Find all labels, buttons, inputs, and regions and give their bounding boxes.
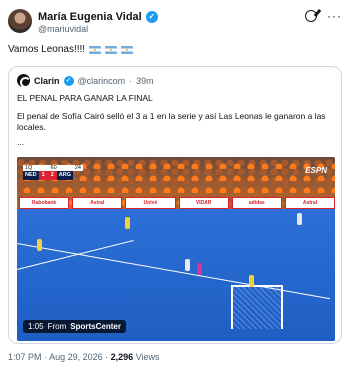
away-score: 2 xyxy=(47,171,57,180)
espn-logo: ESPN xyxy=(305,166,327,175)
ad-board: Astral xyxy=(284,197,335,209)
tweet-footer: 1:07 PM · Aug 29, 2026 · 2,296 Views xyxy=(8,352,160,362)
views-count: 2,296 xyxy=(110,352,134,362)
quoted-time: 39m xyxy=(136,75,154,86)
post-time[interactable]: 1:07 PM xyxy=(8,352,42,362)
player xyxy=(249,275,254,287)
quoted-handle: @clarincom xyxy=(77,75,126,86)
quoted-tweet[interactable]: Clarín ✓ @clarincom · 39m EL PENAL PARA … xyxy=(8,66,342,344)
video-duration: 1:05 xyxy=(28,322,44,331)
author-handle[interactable]: @mariuvidal xyxy=(38,24,88,34)
author-name[interactable]: María Eugenia Vidal xyxy=(38,11,142,23)
verified-badge-icon: ✓ xyxy=(145,11,158,23)
video-from-label: From xyxy=(47,322,67,331)
ad-board: Univé xyxy=(125,197,176,209)
tweet-header: María Eugenia Vidal ✓ @mariuvidal ··· xyxy=(8,9,342,37)
views-label: Views xyxy=(135,352,160,362)
pitch-line xyxy=(17,239,134,270)
score-bug: 1Q 60 24 NED 1 2 ARG xyxy=(23,165,83,183)
away-team: ARG xyxy=(56,171,73,180)
verified-badge-icon: ✓ xyxy=(63,75,74,86)
footer-separator: · xyxy=(44,352,48,362)
ad-board: Astral xyxy=(72,197,123,209)
header-actions: ··· xyxy=(305,10,342,22)
author-name-row: María Eugenia Vidal ✓ xyxy=(38,11,158,23)
author-avatar[interactable] xyxy=(8,9,32,33)
quoted-body: El penal de Sofía Cairó selló el 3 a 1 e… xyxy=(17,111,326,132)
video-source[interactable]: SportsCenter xyxy=(70,320,121,333)
more-icon[interactable]: ··· xyxy=(327,10,342,22)
score-bug-extra: 24 xyxy=(74,165,81,171)
tweet-card: María Eugenia Vidal ✓ @mariuvidal ··· Va… xyxy=(0,0,350,370)
footer-separator: · xyxy=(105,352,109,362)
player xyxy=(125,217,130,229)
quoted-header: Clarín ✓ @clarincom · 39m xyxy=(17,74,154,88)
argentina-flag-icon xyxy=(89,45,102,54)
player xyxy=(185,259,190,271)
tweet-text: Vamos Leonas!!!! xyxy=(8,44,134,55)
player xyxy=(297,213,302,225)
video-duration-badge: 1:05 From SportsCenter xyxy=(23,320,126,333)
home-team: NED xyxy=(23,171,39,180)
tweet-body: Vamos Leonas!!!! xyxy=(8,44,86,55)
ad-board: adidas xyxy=(231,197,282,209)
argentina-flag-icon xyxy=(105,45,118,54)
home-score: 1 xyxy=(38,171,48,180)
post-date[interactable]: Aug 29, 2026 xyxy=(49,352,103,362)
video-player[interactable]: Rabobank Astral Univé VIDAR adidas Astra… xyxy=(17,157,335,341)
ad-board: VIDAR xyxy=(178,197,229,209)
ad-board: Rabobank xyxy=(19,197,70,209)
goal-net xyxy=(231,285,283,329)
argentina-flag-icon xyxy=(121,45,134,54)
quoted-headline: EL PENAL PARA GANAR LA FINAL xyxy=(17,93,153,103)
player xyxy=(37,239,42,251)
player xyxy=(197,263,202,275)
clarin-logo-icon xyxy=(17,74,31,88)
pitch-line xyxy=(17,243,331,300)
grok-icon[interactable] xyxy=(305,10,317,22)
quoted-author-name: Clarín xyxy=(34,75,60,86)
ad-boards: Rabobank Astral Univé VIDAR adidas Astra… xyxy=(17,197,335,209)
quoted-ellipsis: ... xyxy=(17,137,25,147)
quoted-separator: · xyxy=(129,75,133,86)
